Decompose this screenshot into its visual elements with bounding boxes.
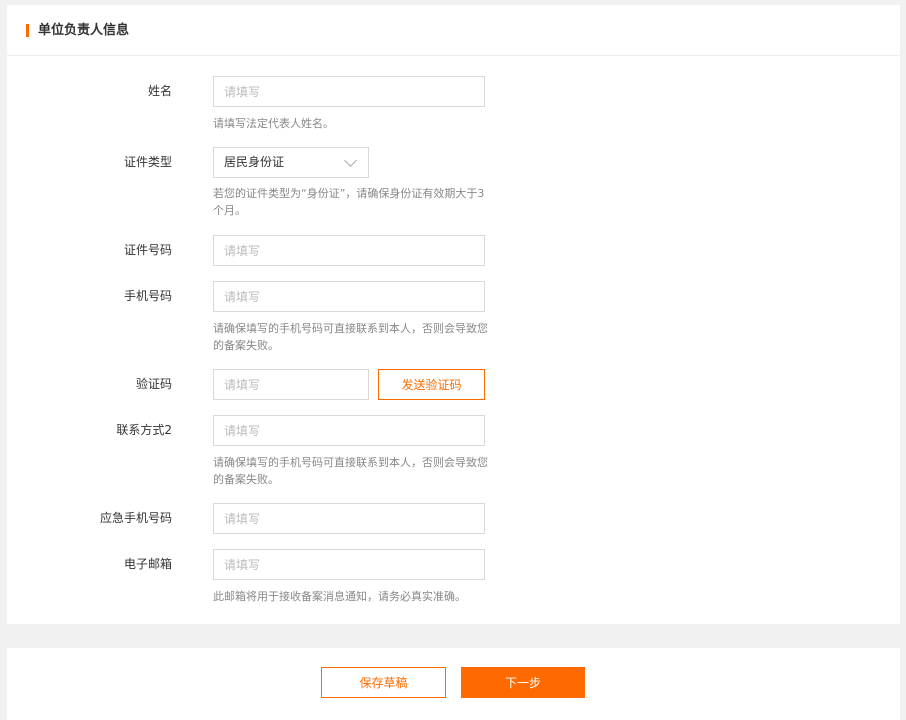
section-header: 单位负责人信息 [7, 5, 900, 56]
chevron-down-icon [344, 154, 357, 167]
email-input[interactable] [213, 549, 485, 580]
section-title: 单位负责人信息 [38, 23, 130, 38]
id-type-label: 证件类型 [123, 155, 172, 169]
phone-input[interactable] [213, 281, 485, 312]
save-draft-button[interactable]: 保存草稿 [321, 667, 446, 698]
phone-label: 手机号码 [123, 289, 172, 303]
footer-bar: 保存草稿 下一步 [7, 648, 900, 720]
emergency-phone-input[interactable] [213, 503, 485, 534]
email-hint: 此邮箱将用于接收备案消息通知，请务必真实准确。 [213, 590, 466, 603]
name-input[interactable] [213, 76, 485, 107]
code-input[interactable] [213, 369, 369, 400]
name-label: 姓名 [147, 84, 172, 98]
id-type-hint: 若您的证件类型为“身份证”，请确保身份证有效期大于3个月。 [213, 187, 485, 217]
code-label: 验证码 [135, 377, 172, 391]
contact2-label: 联系方式2 [116, 423, 172, 437]
id-type-value: 居民身份证 [224, 155, 285, 169]
contact2-input[interactable] [213, 415, 485, 446]
name-hint: 请填写法定代表人姓名。 [213, 117, 334, 130]
phone-hint: 请确保填写的手机号码可直接联系到本人，否则会导致您的备案失败。 [213, 322, 488, 352]
section-accent-bar [26, 24, 29, 37]
email-label: 电子邮箱 [123, 557, 172, 571]
id-number-input[interactable] [213, 235, 485, 266]
id-type-select[interactable]: 居民身份证 [213, 147, 369, 178]
contact2-hint: 请确保填写的手机号码可直接联系到本人，否则会导致您的备案失败。 [213, 456, 488, 486]
emergency-phone-label: 应急手机号码 [99, 511, 172, 525]
next-step-button[interactable]: 下一步 [461, 667, 585, 698]
form-card: 单位负责人信息 姓名 请填写法定代表人姓名。 证件类型 居民身份证 若您的证件类… [7, 5, 900, 624]
id-number-label: 证件号码 [123, 243, 172, 257]
send-code-button[interactable]: 发送验证码 [378, 369, 485, 400]
